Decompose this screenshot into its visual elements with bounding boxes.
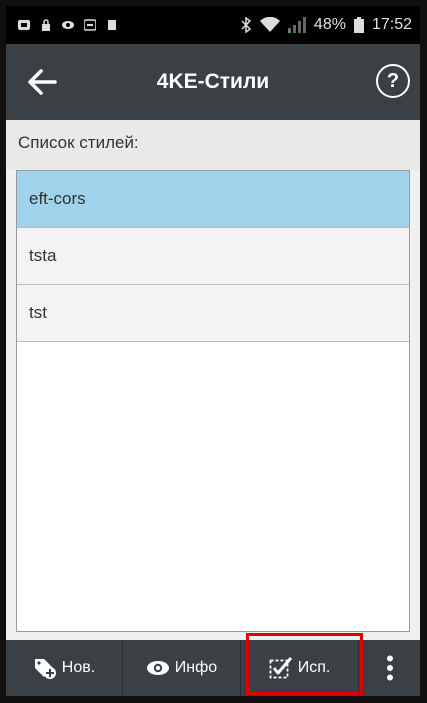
signal-icon [287,17,306,33]
more-options-button[interactable] [359,640,420,696]
back-button[interactable] [20,60,64,104]
lock-icon [42,19,50,31]
info-button[interactable]: Инфо [123,640,241,696]
styles-list[interactable]: eft-cors tsta tst [16,170,410,632]
battery-percent: 48% [313,16,346,33]
styles-list-header: Список стилей: [6,120,420,170]
phone-screen: 48% 17:52 4KE-Стили ? Список стилей: eft… [6,6,420,696]
clock: 17:52 [371,16,412,33]
use-style-button[interactable]: Исп. [241,640,359,696]
help-button[interactable]: ? [376,64,410,98]
eye-icon [62,21,74,29]
list-item-tst[interactable]: tst [17,285,409,342]
action-bar: 4KE-Стили ? [6,44,420,122]
wifi-icon [259,17,280,32]
eye-icon [146,661,169,675]
bottom-toolbar: Нов. Инфо Исп. [6,640,420,696]
styles-panel: Список стилей: eft-cors tsta tst [6,120,420,640]
more-vertical-icon [386,655,393,681]
list-item-tsta[interactable]: tsta [17,228,409,285]
info-label: Инфо [174,659,218,676]
checkbox-checked-icon [269,657,292,679]
bluetooth-icon [241,17,252,33]
use-style-label: Исп. [297,659,331,676]
list-item-eft-cors[interactable]: eft-cors [17,171,409,228]
arrow-left-icon [28,69,57,95]
new-style-button[interactable]: Нов. [6,640,123,696]
new-style-label: Нов. [61,659,96,676]
battery-icon [353,17,364,33]
help-icon: ? [386,70,400,92]
status-bar: 48% 17:52 [6,6,420,44]
screen-icon [84,19,96,31]
page-title: 4KE-Стили [156,70,270,93]
add-tag-icon [34,659,56,679]
card-icon [108,20,116,30]
notification-icon [18,20,30,30]
